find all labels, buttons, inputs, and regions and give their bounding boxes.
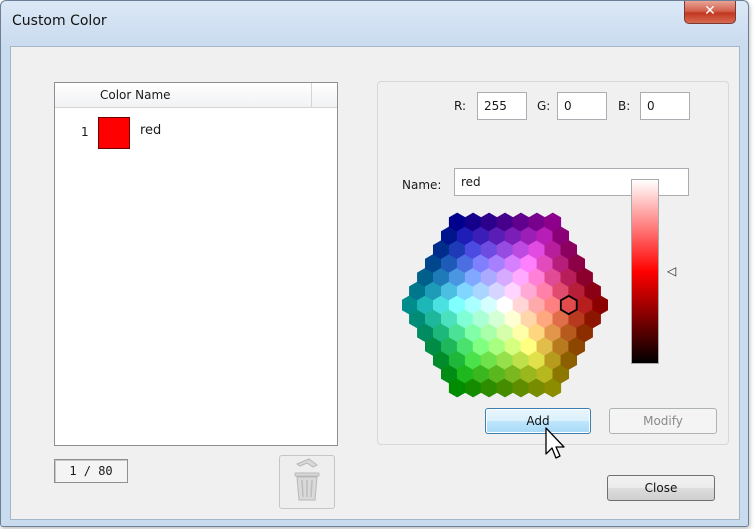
close-icon: ✕	[704, 3, 716, 19]
slider-arrow-icon[interactable]: ◁	[667, 265, 676, 277]
brightness-slider[interactable]: ◁	[631, 179, 676, 364]
trash-icon	[294, 458, 320, 501]
g-input[interactable]: 0	[557, 92, 607, 120]
row-index: 1	[81, 125, 89, 139]
color-swatch	[98, 117, 130, 149]
dialog-body: Color Name 1 red 1 / 80 R: 255 G: 0 B: 0…	[10, 46, 740, 520]
window-title: Custom Color	[12, 13, 107, 29]
list-header: Color Name	[55, 83, 337, 108]
color-editor-panel: R: 255 G: 0 B: 0 Name: red ◁ Add Modify	[377, 81, 729, 445]
close-button[interactable]: Close	[607, 475, 715, 501]
mouse-cursor-icon	[545, 427, 565, 459]
b-label: B:	[618, 99, 631, 113]
custom-color-dialog: Custom Color ✕ Color Name 1 red 1 / 80 R…	[0, 0, 749, 527]
column-separator	[311, 83, 312, 107]
delete-color-button[interactable]	[279, 455, 335, 509]
add-button[interactable]: Add	[485, 408, 591, 434]
brightness-gradient[interactable]	[631, 179, 659, 364]
r-input[interactable]: 255	[477, 92, 527, 120]
list-item[interactable]: 1 red	[55, 117, 337, 149]
g-label: G:	[537, 99, 551, 113]
r-label: R:	[454, 99, 467, 113]
modify-button[interactable]: Modify	[609, 408, 717, 434]
color-hexagon-picker[interactable]	[402, 212, 608, 398]
name-label: Name:	[402, 178, 442, 192]
b-input[interactable]: 0	[640, 92, 690, 120]
close-window-button[interactable]: ✕	[684, 1, 736, 24]
column-header-color-name[interactable]: Color Name	[100, 83, 171, 107]
title-bar[interactable]: Custom Color ✕	[1, 1, 748, 39]
color-list[interactable]: Color Name 1 red	[54, 82, 338, 446]
color-count-display: 1 / 80	[54, 459, 128, 483]
row-color-name: red	[140, 123, 162, 138]
